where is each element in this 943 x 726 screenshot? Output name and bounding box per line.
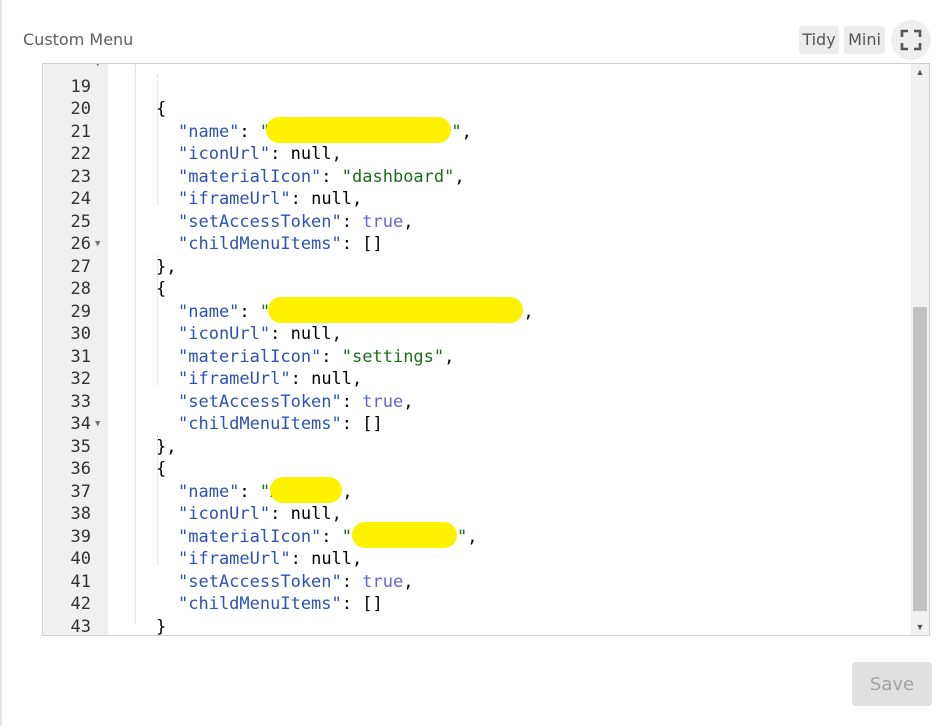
code-line: 25 "childMenuItems": [] [43,188,909,255]
code-line: 34 }, [43,391,909,457]
code-line: 22 "materialIcon": "dashboard", [43,121,909,187]
panel-left-border [0,0,2,726]
code-line: 38 "materialIcon": " ", [43,481,909,548]
mini-button[interactable]: Mini [844,26,885,54]
fullscreen-icon [900,29,922,51]
tidy-button[interactable]: Tidy [799,26,839,54]
code-line: 37 "iconUrl": null, [43,458,909,525]
code-line: 30 "materialIcon": "settings", [43,301,909,367]
scroll-up-arrow-icon[interactable]: ▲ [911,64,929,80]
code-line: 43 ] [43,593,909,636]
fullscreen-button[interactable] [891,20,931,60]
code-line: 29 "iconUrl": null, [43,278,909,345]
fold-arrow-icon[interactable]: ▼ [95,233,100,256]
code-line: 24 "setAccessToken": true, [43,166,909,232]
code-line: 31 "iframeUrl": null, [43,323,909,390]
code-line: 27 ▼ { [43,233,909,299]
code-line: 33 "childMenuItems": [] [43,368,909,435]
code-line: 41 "childMenuItems": [] [43,548,909,615]
code-line: 39 "iframeUrl": null, [43,503,909,570]
code-line: 19 ▼ { [43,64,909,119]
code-line: 44 } [43,616,909,636]
code-line: 32 "setAccessToken": true, [43,346,909,412]
code-line: 21 "iconUrl": null, [43,98,909,165]
code-line: 28 "name": "S, [43,256,909,323]
code-line: 35 ▼ { [43,413,909,479]
vertical-scrollbar[interactable]: ▲ ▼ [911,64,929,635]
code-line: 23 "iframeUrl": null, [43,143,909,210]
code-line: 40 "setAccessToken": true, [43,526,909,592]
scroll-down-arrow-icon[interactable]: ▼ [911,619,929,635]
page-title: Custom Menu [23,30,134,49]
save-button[interactable]: Save [852,662,932,706]
scrollbar-thumb[interactable] [913,307,927,611]
code-line: 36 "name": "A, [43,436,909,503]
json-code-editor[interactable]: 19▼ { 20 "name": "S", 21 "iconUrl": null… [42,63,930,636]
code-lines: 19▼ { 20 "name": "S", 21 "iconUrl": null… [43,64,909,636]
code-line: 42 } [43,571,909,635]
fold-arrow-icon[interactable]: ▼ [95,413,100,436]
code-line: 20 "name": "S", [43,76,909,143]
code-line: 26 }, [43,211,909,277]
fold-arrow-icon[interactable]: ▼ [95,64,100,76]
